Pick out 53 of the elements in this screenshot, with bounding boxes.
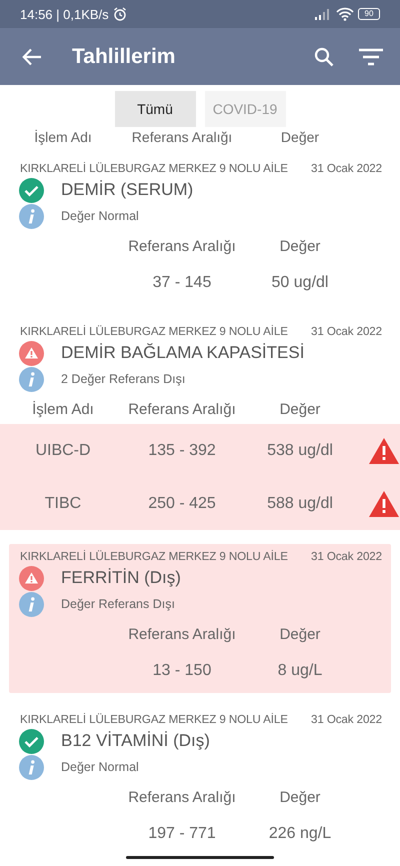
column-header: Değer	[278, 788, 322, 806]
result-status: Değer Normal	[61, 759, 139, 776]
reference-range: 13 - 150	[152, 662, 212, 680]
test-date: 31 Ocak 2022	[311, 324, 382, 338]
result-status: Değer Normal	[61, 208, 139, 225]
column-header: Referans Aralığı	[127, 788, 237, 806]
test-date: 31 Ocak 2022	[311, 550, 382, 562]
filter-tab[interactable]: Tümü	[114, 91, 196, 127]
warning-icon	[368, 490, 398, 516]
test-component: UIBC-D	[34, 442, 92, 460]
institution-name: KIRKLARELİ LÜLEBURGAZ MERKEZ 9 NOLU AİLE	[20, 162, 288, 174]
test-name: B12 VİTAMİNİ (Dış)	[61, 730, 210, 752]
column-header: Değer	[278, 400, 322, 418]
column-header: Referans Aralığı	[130, 129, 234, 146]
warning-icon	[368, 438, 398, 464]
result-value: 538 ug/dl	[266, 442, 334, 460]
reference-range: 197 - 771	[147, 825, 217, 843]
info-icon	[19, 754, 44, 780]
column-header: Referans Aralığı	[127, 238, 237, 254]
column-header: Değer	[278, 626, 322, 642]
column-header: Referans Aralığı	[127, 400, 237, 418]
result-status: Değer Referans Dışı	[61, 596, 175, 613]
test-component: TIBC	[44, 494, 82, 512]
result-value: 588 ug/dl	[266, 494, 334, 512]
page-title: Tahlillerim	[72, 44, 176, 68]
reference-range: 135 - 392	[147, 442, 217, 460]
test-name: DEMİR BAĞLAMA KAPASİTESİ	[61, 342, 304, 364]
institution-name: KIRKLARELİ LÜLEBURGAZ MERKEZ 9 NOLU AİLE	[20, 712, 288, 726]
signal-icon	[314, 8, 332, 20]
test-date: 31 Ocak 2022	[311, 162, 382, 174]
battery-icon: 90	[358, 8, 380, 20]
result-status: 2 Değer Referans Dışı	[61, 371, 186, 388]
info-icon	[19, 592, 44, 616]
column-header: İşlem Adı	[33, 129, 93, 146]
test-name: DEMİR (SERUM)	[61, 179, 194, 201]
result-value: 50 ug/dl	[270, 274, 330, 292]
test-name: FERRİTİN (Dış)	[61, 567, 181, 589]
column-header: Değer	[280, 129, 320, 146]
institution-name: KIRKLARELİ LÜLEBURGAZ MERKEZ 9 NOLU AİLE	[20, 324, 288, 338]
column-header: İşlem Adı	[31, 400, 95, 418]
column-header: Değer	[278, 238, 322, 254]
institution-name: KIRKLARELİ LÜLEBURGAZ MERKEZ 9 NOLU AİLE	[20, 550, 288, 562]
status-text: 14:56 | 0,1KB/s	[20, 6, 109, 22]
info-icon	[19, 204, 44, 228]
reference-range: 37 - 145	[152, 274, 212, 292]
test-date: 31 Ocak 2022	[311, 712, 382, 726]
column-header: Referans Aralığı	[127, 626, 237, 642]
wifi-icon	[336, 7, 354, 21]
result-value: 226 ng/L	[268, 825, 332, 843]
info-icon	[19, 366, 44, 392]
reference-range: 250 - 425	[147, 494, 217, 512]
alarm-clock-icon	[112, 7, 127, 21]
result-value: 8 ug/L	[276, 662, 324, 680]
